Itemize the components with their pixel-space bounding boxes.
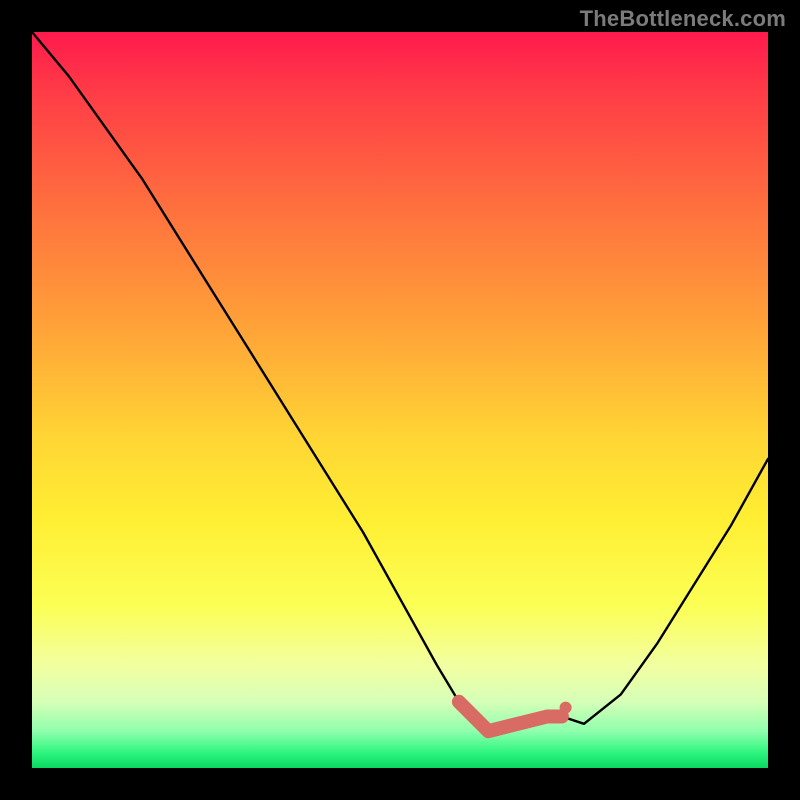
plot-area xyxy=(32,32,768,768)
curve-line xyxy=(32,32,768,731)
highlight-band xyxy=(459,702,572,732)
curve-layer xyxy=(32,32,768,768)
highlight-band-line xyxy=(459,702,562,731)
bottleneck-curve xyxy=(32,32,768,731)
highlight-end-dot xyxy=(560,702,572,714)
chart-frame: TheBottleneck.com xyxy=(0,0,800,800)
watermark-text: TheBottleneck.com xyxy=(580,6,786,32)
